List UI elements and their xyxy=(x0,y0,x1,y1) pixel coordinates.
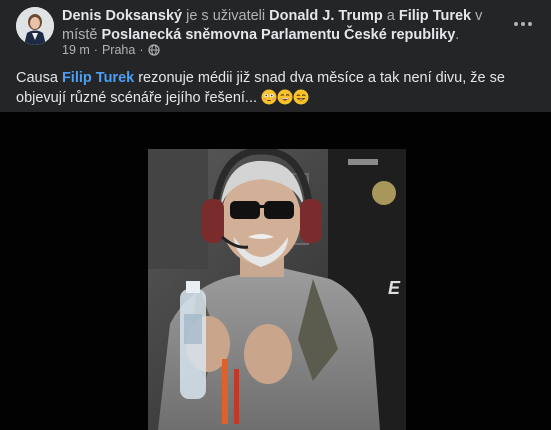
laughing-face-emoji-icon xyxy=(277,89,293,105)
dot xyxy=(514,22,518,26)
avatar-image xyxy=(16,7,54,45)
svg-text:E: E xyxy=(388,278,401,298)
dot xyxy=(521,22,525,26)
mention-filip-turek[interactable]: Filip Turek xyxy=(62,70,134,86)
dot xyxy=(528,22,532,26)
post-place[interactable]: Praha xyxy=(102,43,135,57)
author-avatar[interactable] xyxy=(16,7,54,45)
meta-separator: · xyxy=(139,43,144,57)
post-meta: 19 m · Praha · xyxy=(62,43,160,57)
more-options-icon[interactable] xyxy=(511,12,535,36)
photo-man-with-headphones-and-water-bottle: E xyxy=(148,149,406,430)
post-media[interactable]: E xyxy=(0,112,551,430)
post-photo[interactable]: E xyxy=(148,149,406,430)
flushed-face-emoji-icon xyxy=(261,89,277,105)
post-text-start: Causa xyxy=(16,70,62,86)
location-link[interactable]: Poslanecká sněmovna Parlamentu České rep… xyxy=(101,27,455,43)
tagged-user-trump[interactable]: Donald J. Trump xyxy=(269,8,383,24)
header-connector: je s uživateli xyxy=(182,8,270,24)
post-time[interactable]: 19 m xyxy=(62,43,90,57)
globe-icon[interactable] xyxy=(147,44,160,56)
author-name[interactable]: Denis Doksanský xyxy=(62,8,182,24)
tagged-user-turek[interactable]: Filip Turek xyxy=(399,8,471,24)
facebook-post: Denis Doksanský je s uživateli Donald J.… xyxy=(0,0,551,430)
header-connector: a xyxy=(382,8,399,24)
post-text: Causa Filip Turek rezonuje médii již sna… xyxy=(16,68,536,108)
post-header: Denis Doksanský je s uživateli Donald J.… xyxy=(62,7,502,45)
grinning-face-emoji-icon xyxy=(293,89,309,105)
meta-separator: · xyxy=(93,43,98,57)
location-suffix: . xyxy=(455,27,460,43)
